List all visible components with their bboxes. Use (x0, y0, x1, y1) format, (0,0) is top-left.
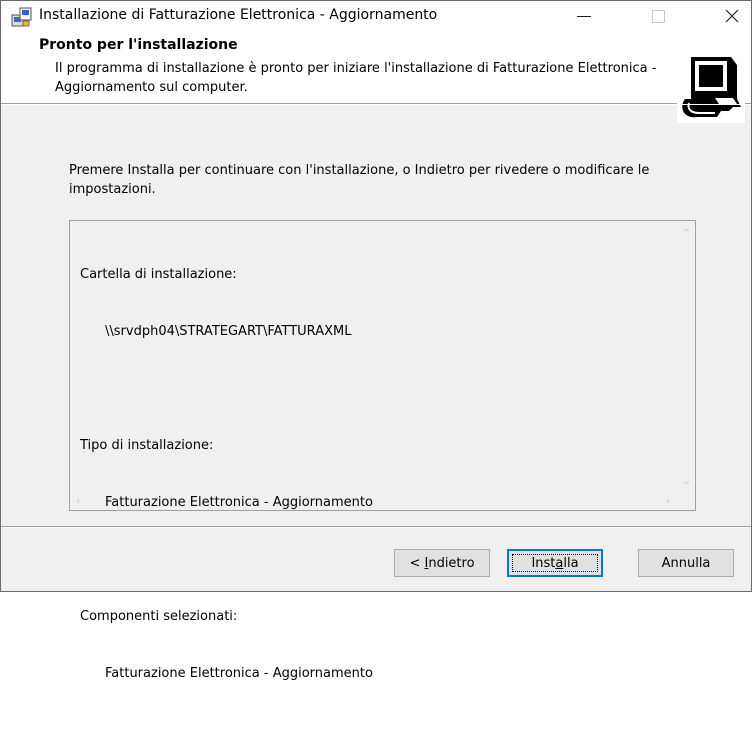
maximize-icon (651, 9, 665, 23)
minimize-button[interactable] (561, 1, 607, 31)
close-button[interactable] (709, 1, 752, 31)
summary-label: Tipo di installazione: (80, 438, 214, 453)
back-button-prefix: < (409, 555, 425, 571)
summary-group: Cartella di installazione: \\srvdph04\ST… (80, 227, 373, 379)
footer-divider-highlight (1, 527, 751, 528)
back-button[interactable]: < Indietro (394, 549, 490, 577)
summary-content: Cartella di installazione: \\srvdph04\ST… (80, 227, 373, 740)
summary-value: Fatturazione Elettronica - Aggiornamento (105, 666, 373, 681)
page-description: Il programma di installazione è pronto p… (55, 61, 657, 95)
summary-label: Cartella di installazione: (80, 267, 237, 282)
focus-rectangle (512, 554, 598, 572)
summary-value: \\srvdph04\STRATEGART\FATTURAXML (105, 324, 352, 339)
minimize-icon (577, 15, 591, 17)
scrollbar-corner (678, 493, 695, 510)
scroll-left-icon[interactable]: ‹ (76, 495, 80, 506)
window-title: Installazione di Fatturazione Elettronic… (39, 7, 438, 23)
scroll-right-icon[interactable]: › (666, 495, 670, 506)
computer-install-icon (677, 51, 745, 123)
summary-label: Componenti selezionati: (80, 609, 238, 624)
scroll-up-icon[interactable]: ⌃ (682, 228, 691, 239)
install-button[interactable]: Inst a lla (507, 549, 603, 577)
intro-text: Premere Installa per continuare con l'in… (69, 163, 650, 197)
back-button-label: ndietro (428, 555, 475, 571)
horizontal-scrollbar[interactable]: ‹ › (70, 493, 678, 510)
summary-memo[interactable]: Cartella di installazione: \\srvdph04\ST… (69, 220, 696, 681)
maximize-button[interactable] (635, 1, 681, 31)
vertical-scrollbar[interactable]: ⌃ ⌄ (678, 221, 695, 492)
close-icon (725, 9, 739, 23)
page-title: Pronto per l'installazione (39, 37, 238, 53)
scroll-down-icon[interactable]: ⌄ (682, 475, 691, 486)
cancel-button[interactable]: Annulla (638, 549, 734, 577)
header-divider (1, 104, 751, 105)
installer-icon (11, 7, 32, 27)
title-bar[interactable]: Installazione di Fatturazione Elettronic… (1, 1, 751, 31)
installer-window: Installazione di Fatturazione Elettronic… (0, 0, 752, 681)
